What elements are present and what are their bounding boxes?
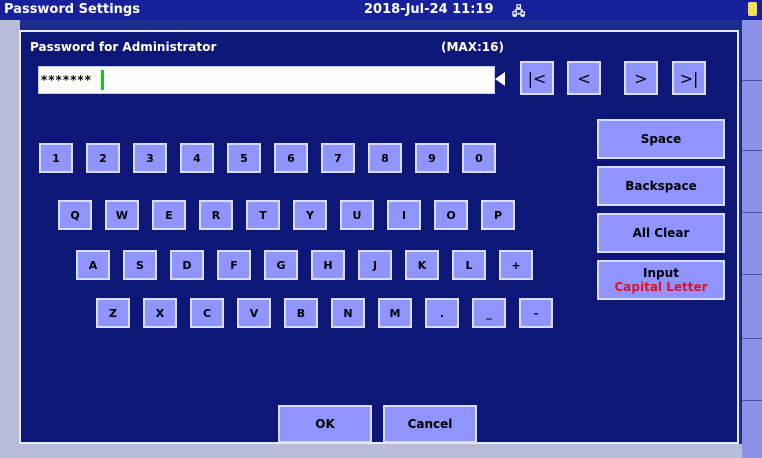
key-t[interactable]: T	[246, 200, 280, 230]
key-3[interactable]: 3	[133, 143, 167, 173]
window-title: Password Settings	[4, 2, 140, 17]
key-g[interactable]: G	[264, 250, 298, 280]
key-x[interactable]: X	[143, 298, 177, 328]
key-a[interactable]: A	[76, 250, 110, 280]
key-8[interactable]: 8	[368, 143, 402, 173]
password-dialog: Password for Administrator (MAX:16) ****…	[19, 30, 739, 444]
key-7[interactable]: 7	[321, 143, 355, 173]
key-y[interactable]: Y	[293, 200, 327, 230]
password-label: Password for Administrator	[30, 40, 217, 54]
side-softkey-panel	[742, 20, 762, 458]
key-6[interactable]: 6	[274, 143, 308, 173]
text-cursor	[101, 70, 104, 90]
key-z[interactable]: Z	[96, 298, 130, 328]
all-clear-button[interactable]: All Clear	[597, 213, 725, 253]
max-length-label: (MAX:16)	[441, 40, 504, 54]
backspace-button[interactable]: Backspace	[597, 166, 725, 206]
background-bottom-panel	[0, 444, 742, 458]
key-k[interactable]: K	[405, 250, 439, 280]
input-mode-label: Input	[643, 266, 679, 280]
input-mode-button[interactable]: Input Capital Letter	[597, 260, 725, 300]
key-underscore[interactable]: _	[472, 298, 506, 328]
key-h[interactable]: H	[311, 250, 345, 280]
key-5[interactable]: 5	[227, 143, 261, 173]
cursor-last-button[interactable]: >|	[672, 61, 706, 95]
key-v[interactable]: V	[237, 298, 271, 328]
password-value: *******	[41, 73, 92, 87]
key-l[interactable]: L	[452, 250, 486, 280]
title-bar: Password Settings 2018-Jul-24 11:19 🖧	[0, 0, 762, 20]
key-plus[interactable]: +	[499, 250, 533, 280]
key-period[interactable]: .	[425, 298, 459, 328]
cursor-first-button[interactable]: |<	[520, 61, 554, 95]
battery-icon	[748, 2, 757, 16]
key-u[interactable]: U	[340, 200, 374, 230]
key-i[interactable]: I	[387, 200, 421, 230]
key-o[interactable]: O	[434, 200, 468, 230]
key-f[interactable]: F	[217, 250, 251, 280]
input-mode-value: Capital Letter	[614, 280, 708, 294]
key-e[interactable]: E	[152, 200, 186, 230]
caret-left-icon	[495, 72, 505, 86]
key-hyphen[interactable]: -	[519, 298, 553, 328]
space-button[interactable]: Space	[597, 119, 725, 159]
key-d[interactable]: D	[170, 250, 204, 280]
key-1[interactable]: 1	[39, 143, 73, 173]
background-left-panel	[0, 20, 20, 450]
key-s[interactable]: S	[123, 250, 157, 280]
key-q[interactable]: Q	[58, 200, 92, 230]
key-b[interactable]: B	[284, 298, 318, 328]
key-n[interactable]: N	[331, 298, 365, 328]
key-w[interactable]: W	[105, 200, 139, 230]
key-m[interactable]: M	[378, 298, 412, 328]
cursor-prev-button[interactable]: <	[567, 61, 601, 95]
cancel-button[interactable]: Cancel	[383, 405, 477, 443]
key-r[interactable]: R	[199, 200, 233, 230]
key-c[interactable]: C	[190, 298, 224, 328]
key-4[interactable]: 4	[180, 143, 214, 173]
key-j[interactable]: J	[358, 250, 392, 280]
password-input[interactable]: *******	[38, 66, 495, 94]
network-icon: 🖧	[512, 4, 526, 18]
datetime-display: 2018-Jul-24 11:19	[364, 2, 494, 17]
key-0[interactable]: 0	[462, 143, 496, 173]
cursor-next-button[interactable]: >	[624, 61, 658, 95]
key-9[interactable]: 9	[415, 143, 449, 173]
ok-button[interactable]: OK	[278, 405, 372, 443]
key-2[interactable]: 2	[86, 143, 120, 173]
key-p[interactable]: P	[481, 200, 515, 230]
